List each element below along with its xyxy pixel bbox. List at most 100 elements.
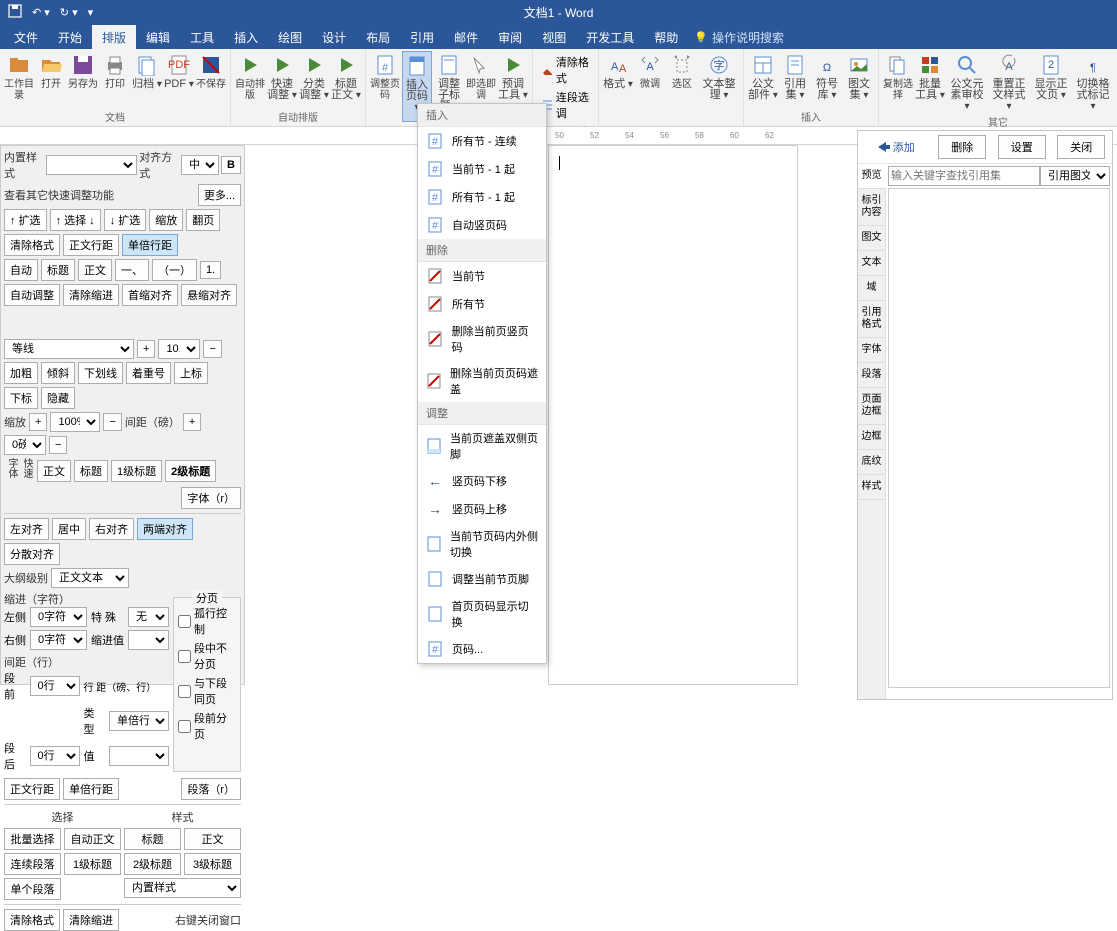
dropdown-autovert[interactable]: #自动竖页码 <box>418 211 546 239</box>
tab-references[interactable]: 引用 <box>400 25 444 50</box>
superscript-button[interactable]: 上标 <box>174 362 208 384</box>
dropdown-del-cover[interactable]: 删除当前页页码遮盖 <box>418 360 546 402</box>
qf-h2-button[interactable]: 2级标题 <box>165 460 216 482</box>
tab-mail[interactable]: 邮件 <box>444 25 488 50</box>
singlelh2-button[interactable]: 单倍行距 <box>63 778 119 800</box>
singlelh-button[interactable]: 单倍行距 <box>122 234 178 256</box>
special-select[interactable]: 无 <box>128 607 169 627</box>
expand1-button[interactable]: ↑ 扩选 <box>4 209 47 231</box>
tell-me-input[interactable]: 操作说明搜索 <box>712 29 784 46</box>
qf-title-button[interactable]: 标题 <box>74 460 108 482</box>
nosave-button[interactable]: 不保存 <box>196 51 226 107</box>
catadj-button[interactable]: 分类调整 ▾ <box>299 51 329 107</box>
vtab-pageborder[interactable]: 页面边框 <box>858 388 885 425</box>
tab-pagelayout[interactable]: 布局 <box>356 25 400 50</box>
delete-button[interactable]: 删除 <box>938 135 986 159</box>
print-button[interactable]: 打印 <box>100 51 130 107</box>
save-icon[interactable] <box>8 4 22 21</box>
tab-developer[interactable]: 开发工具 <box>576 25 644 50</box>
flip-button[interactable]: 翻页 <box>186 209 220 231</box>
subscript-button[interactable]: 下标 <box>4 387 38 409</box>
undo-icon[interactable]: ↶ ▾ <box>32 6 50 19</box>
hangalign-button[interactable]: 悬缩对齐 <box>181 284 237 306</box>
underline-button[interactable]: 下划线 <box>78 362 123 384</box>
showbodypage-button[interactable]: 2显示正文页 ▾ <box>1031 51 1071 112</box>
scale-select[interactable]: 100% <box>50 412 100 432</box>
firstalign-button[interactable]: 首缩对齐 <box>122 284 178 306</box>
dropdown-del-allsect[interactable]: 所有节 <box>418 290 546 318</box>
h3-button[interactable]: 3级标题 <box>184 853 241 875</box>
dropdown-firstpage-toggle[interactable]: 首页页码显示切换 <box>418 593 546 635</box>
singlepara2-button[interactable]: 单个段落 <box>4 878 61 900</box>
vtab-titlecontent[interactable]: 标引内容 <box>858 189 885 226</box>
font-select[interactable]: 等线 <box>4 339 134 359</box>
aligndist-button[interactable]: 分散对齐 <box>4 543 60 565</box>
num1-button[interactable]: 一、 <box>115 259 149 281</box>
bodylh-button[interactable]: 正文行距 <box>63 234 119 256</box>
document-canvas[interactable] <box>548 145 798 685</box>
orphan-check[interactable] <box>178 615 191 628</box>
settings-button[interactable]: 设置 <box>998 135 1046 159</box>
tab-draw[interactable]: 绘图 <box>268 25 312 50</box>
autobody-button[interactable]: 自动正文 <box>64 828 121 850</box>
dropdown-cover-footer[interactable]: 当前页遮盖双侧页脚 <box>418 425 546 467</box>
vtab-style[interactable]: 样式 <box>858 475 885 500</box>
tab-layout[interactable]: 排版 <box>92 25 136 50</box>
adjpage-button[interactable]: #调整页码 <box>370 51 400 122</box>
tab-review[interactable]: 审阅 <box>488 25 532 50</box>
refset-button[interactable]: 引用集 ▾ <box>780 51 810 107</box>
h1-button[interactable]: 1级标题 <box>64 853 121 875</box>
vtab-font[interactable]: 字体 <box>858 338 885 363</box>
open-button[interactable]: 打开 <box>36 51 66 107</box>
symbollib-button[interactable]: Ω符号库 ▾ <box>812 51 842 107</box>
alignjustify-button[interactable]: 两端对齐 <box>137 518 193 540</box>
dropdown-allsect-cont[interactable]: #所有节 - 连续 <box>418 127 546 155</box>
vtab-refformat[interactable]: 引用格式 <box>858 301 885 338</box>
dropdown-adj-footer[interactable]: 调整当前节页脚 <box>418 565 546 593</box>
vtab-preview[interactable]: 预览 <box>858 164 886 189</box>
qf-h1-button[interactable]: 1级标题 <box>111 460 162 482</box>
after-select[interactable]: 0行 <box>30 746 80 766</box>
num2-button[interactable]: （一） <box>152 259 197 281</box>
format-button[interactable]: AA格式 ▾ <box>603 51 633 122</box>
h2-button[interactable]: 2级标题 <box>124 853 181 875</box>
font-plus[interactable]: + <box>137 340 155 358</box>
size-select[interactable]: 10. <box>158 339 200 359</box>
expand2-button[interactable]: ↓ 扩选 <box>104 209 147 231</box>
num3-button[interactable]: 1. <box>200 261 221 279</box>
clearindent2-button[interactable]: 清除缩进 <box>63 909 119 931</box>
tab-file[interactable]: 文件 <box>4 25 48 50</box>
alignleft-button[interactable]: 左对齐 <box>4 518 49 540</box>
keepnext-check[interactable] <box>178 685 191 698</box>
scale-minus[interactable]: − <box>103 413 121 431</box>
val-select[interactable] <box>109 746 169 766</box>
clearfmt-button[interactable]: 清除格式 <box>4 234 60 256</box>
titlebody-button[interactable]: 标题正文 ▾ <box>331 51 361 107</box>
bodylh2-button[interactable]: 正文行距 <box>4 778 60 800</box>
tab-edit[interactable]: 编辑 <box>136 25 180 50</box>
spacing-minus[interactable]: − <box>49 436 67 454</box>
clearfmt2-button[interactable]: 清除格式 <box>4 909 60 931</box>
tab-help[interactable]: 帮助 <box>644 25 688 50</box>
bold2-button[interactable]: 加粗 <box>4 362 38 384</box>
copysel-button[interactable]: 复制选择 <box>883 51 913 112</box>
nobreak-check[interactable] <box>178 650 191 663</box>
align-way-select[interactable]: 中 <box>181 155 219 175</box>
ref-search-input[interactable] <box>888 166 1040 186</box>
vtab-text[interactable]: 文本 <box>858 251 885 276</box>
auto-button[interactable]: 自动 <box>4 259 38 281</box>
textorganize-button[interactable]: 字文本整理 ▾ <box>699 51 739 122</box>
batchtool-button[interactable]: 批量工具 ▾ <box>915 51 945 112</box>
body-button[interactable]: 正文 <box>78 259 112 281</box>
docparts-button[interactable]: 公文部件 ▾ <box>748 51 778 107</box>
dropdown-cursect-1[interactable]: #当前节 - 1 起 <box>418 155 546 183</box>
indentval-select[interactable] <box>128 630 169 650</box>
spacing-plus[interactable]: + <box>183 413 201 431</box>
builtin-select[interactable]: 内置样式 <box>124 878 241 898</box>
spacing-select[interactable]: 0磅 <box>4 435 46 455</box>
clearindent-button[interactable]: 清除缩进 <box>63 284 119 306</box>
para-r-button[interactable]: 段落（r） <box>181 778 241 800</box>
contpara-button[interactable]: 连续段落 <box>4 853 61 875</box>
body2-button[interactable]: 正文 <box>184 828 241 850</box>
left-indent-select[interactable]: 0字符 <box>30 607 87 627</box>
